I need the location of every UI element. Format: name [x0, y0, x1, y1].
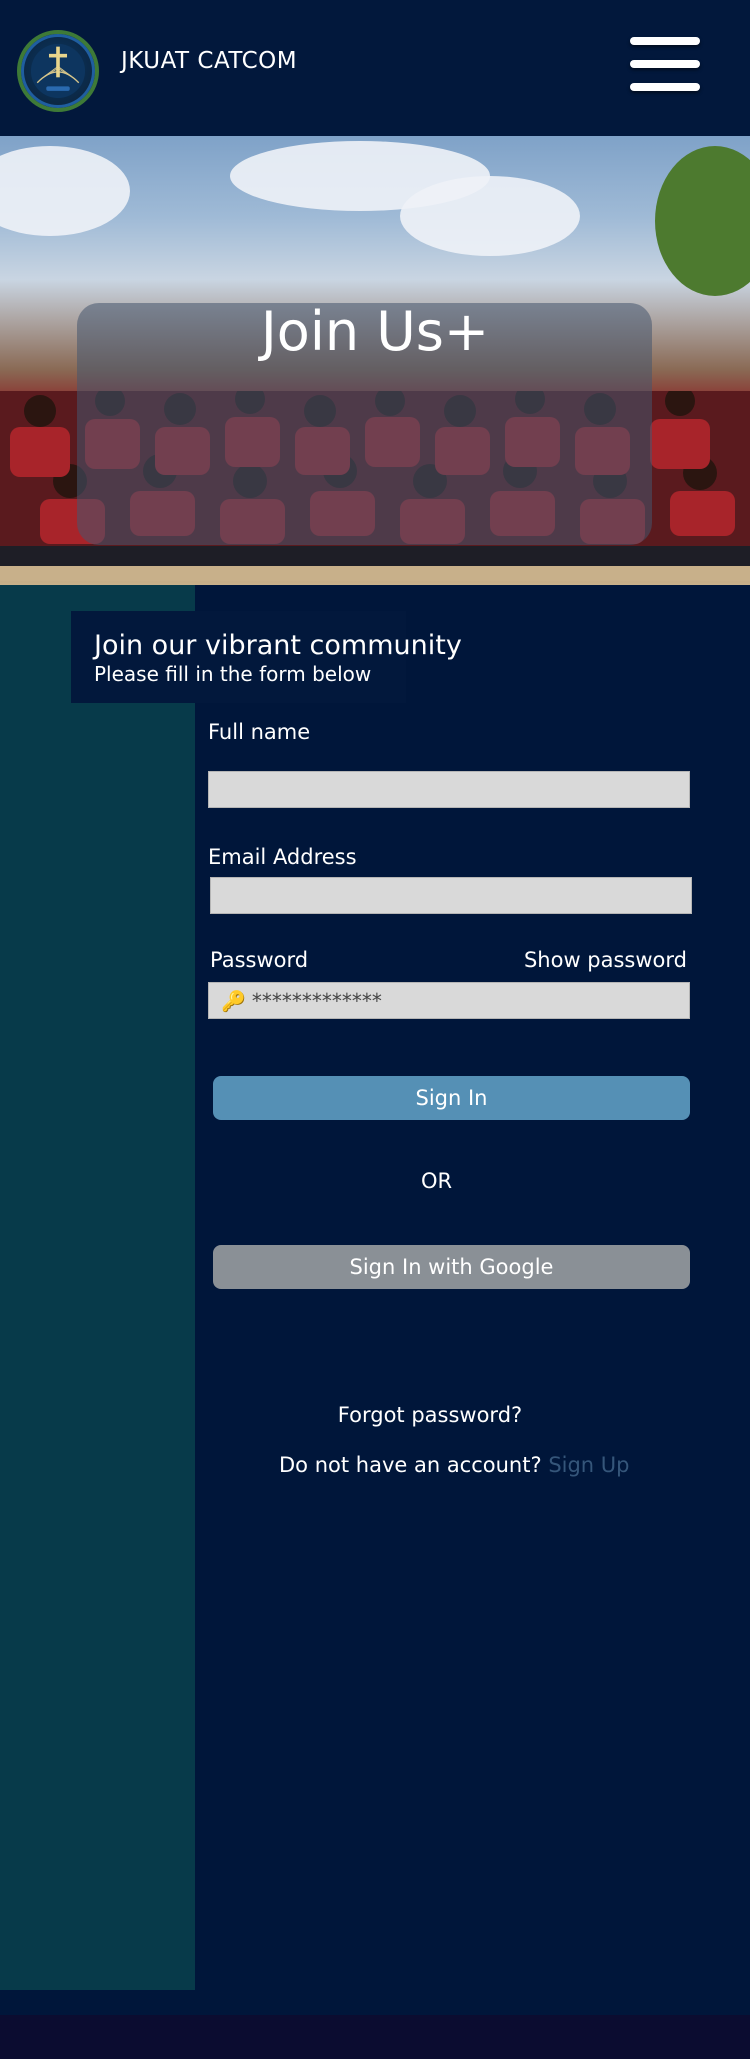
footer-bar — [0, 2015, 750, 2059]
or-divider: OR — [421, 1169, 453, 1193]
sign-in-button[interactable]: Sign In — [213, 1076, 690, 1120]
sidebar-panel — [0, 585, 195, 1990]
password-field[interactable]: 🔑 ************* — [208, 982, 690, 1019]
hero-title: Join Us+ — [260, 300, 490, 363]
app-title[interactable]: JKUAT CATCOM — [121, 48, 297, 74]
menu-bar — [630, 60, 700, 68]
intro-subheading: Please fill in the form below — [94, 662, 372, 686]
site-header: JKUAT CATCOM — [0, 0, 750, 136]
full-name-label: Full name — [208, 720, 311, 744]
sign-up-link[interactable]: Sign Up — [548, 1453, 629, 1477]
password-label: Password — [210, 948, 309, 972]
signup-prompt: Do not have an account? Sign Up — [279, 1453, 630, 1477]
hamburger-menu-icon[interactable] — [630, 37, 700, 93]
show-password-toggle[interactable]: Show password — [524, 948, 687, 972]
catcom-logo-icon[interactable] — [17, 30, 99, 112]
key-icon: 🔑 — [221, 988, 246, 1013]
full-name-input[interactable] — [221, 772, 689, 807]
email-input[interactable] — [223, 878, 691, 913]
intro-heading: Join our vibrant community — [94, 630, 462, 661]
email-label: Email Address — [208, 845, 357, 869]
password-input[interactable]: ************* — [252, 989, 382, 1013]
no-account-text: Do not have an account? — [279, 1453, 542, 1477]
menu-bar — [630, 83, 700, 91]
google-sign-in-button[interactable]: Sign In with Google — [213, 1245, 690, 1289]
full-name-field[interactable] — [208, 771, 690, 808]
menu-bar — [630, 37, 700, 45]
forgot-password-link[interactable]: Forgot password? — [0, 1403, 750, 1427]
email-field[interactable] — [210, 877, 692, 914]
